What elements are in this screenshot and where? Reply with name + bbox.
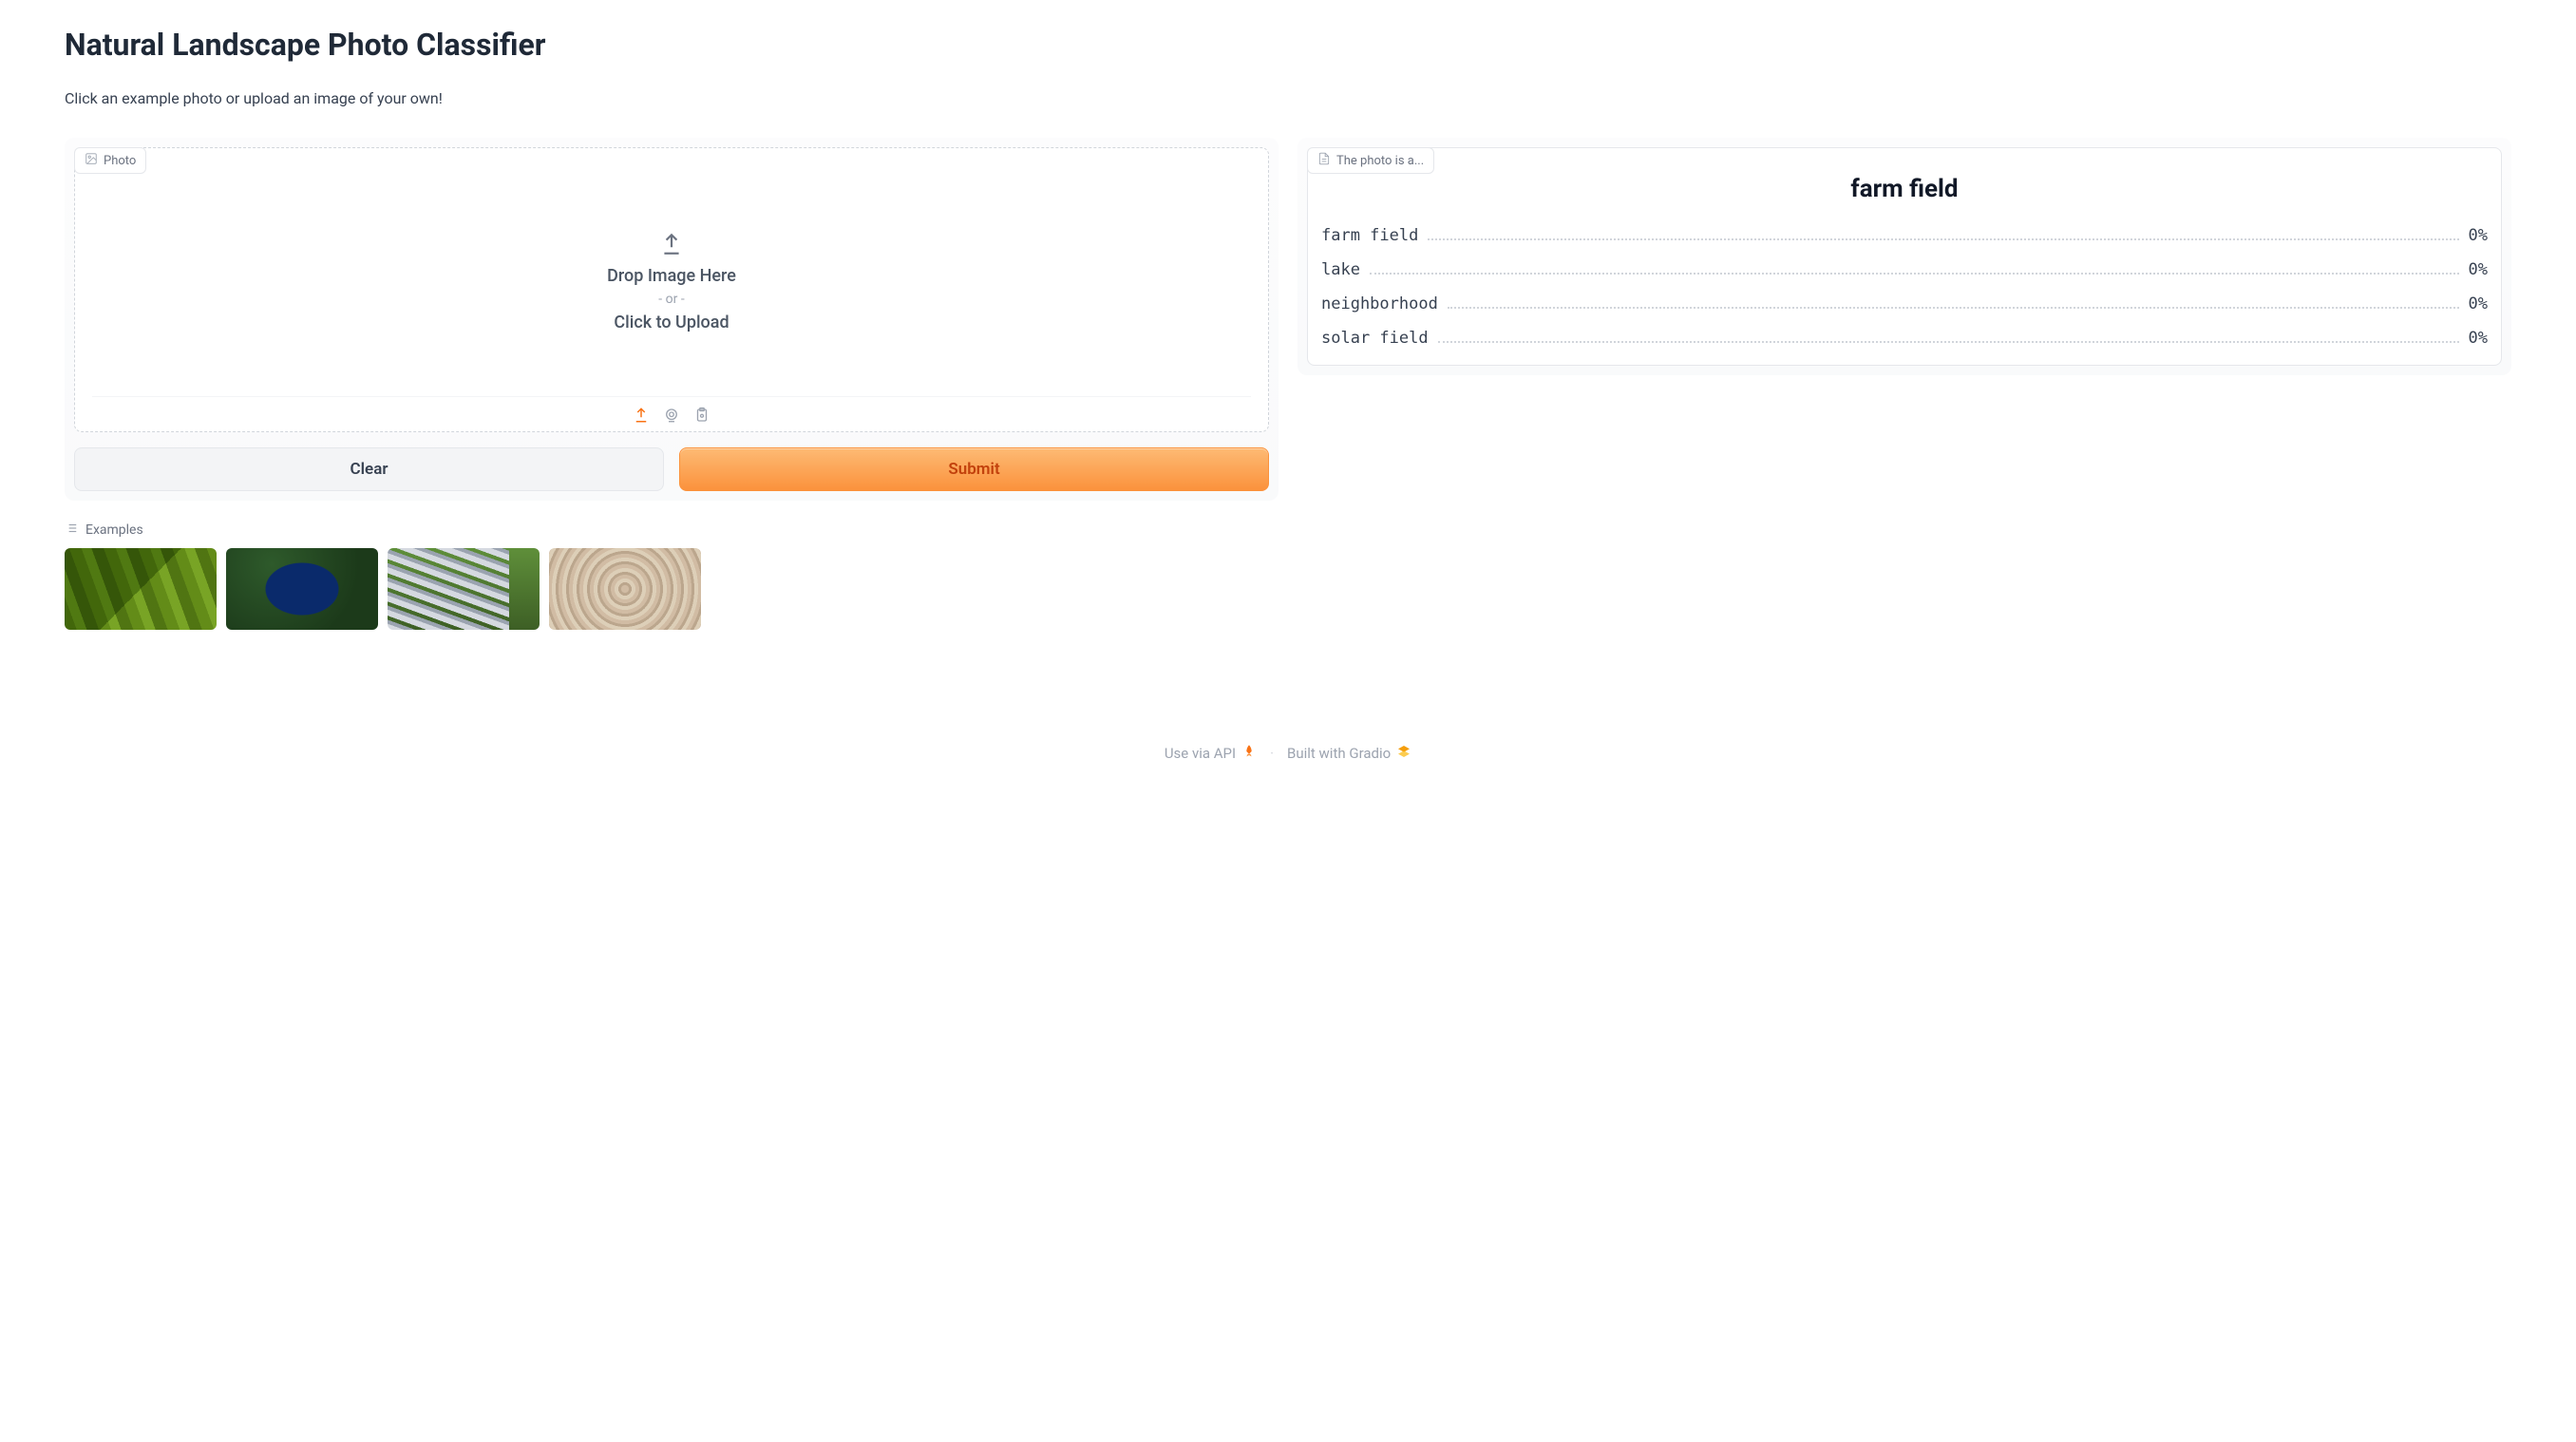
footer: Use via API · Built with Gradio: [65, 744, 2511, 763]
built-with-gradio-text: Built with Gradio: [1287, 745, 1391, 762]
result-dots: [1370, 273, 2459, 275]
examples-label: Examples: [85, 522, 143, 538]
classification-top-label: farm field: [1321, 175, 2488, 203]
example-thumb-solar-field[interactable]: [388, 548, 540, 630]
result-row: solar field 0%: [1321, 329, 2488, 348]
document-icon: [1317, 152, 1331, 169]
use-via-api-link[interactable]: Use via API: [1165, 744, 1257, 763]
image-icon: [85, 152, 98, 169]
example-thumb-lake[interactable]: [226, 548, 378, 630]
result-pct: 0%: [2469, 226, 2488, 245]
result-name: lake: [1321, 260, 1360, 279]
drop-or: - or -: [658, 292, 684, 307]
page-subtitle: Click an example photo or upload an imag…: [65, 89, 2511, 107]
result-name: farm field: [1321, 226, 1418, 245]
use-via-api-text: Use via API: [1165, 745, 1236, 762]
rocket-icon: [1241, 744, 1257, 763]
image-drop-zone[interactable]: Photo Drop Image Here - or - Click to Up…: [74, 147, 1269, 432]
upload-icon: [659, 232, 684, 260]
examples-block: Examples: [65, 522, 1279, 630]
result-pct: 0%: [2469, 294, 2488, 313]
example-thumb-neighborhood[interactable]: [549, 548, 701, 630]
footer-separator: ·: [1270, 745, 1274, 762]
example-thumb-farm-field[interactable]: [65, 548, 217, 630]
output-panel: The photo is a... farm field farm field …: [1307, 147, 2502, 366]
output-panel-label-text: The photo is a...: [1336, 154, 1424, 168]
result-row: lake 0%: [1321, 260, 2488, 279]
drop-sub: Click to Upload: [614, 313, 729, 332]
result-dots: [1448, 307, 2459, 309]
result-dots: [1438, 341, 2459, 343]
upload-tool-icon[interactable]: [633, 407, 650, 424]
result-name: solar field: [1321, 329, 1429, 348]
result-row: farm field 0%: [1321, 226, 2488, 245]
image-tools: [92, 396, 1251, 431]
list-icon: [65, 522, 78, 539]
page-title: Natural Landscape Photo Classifier: [65, 27, 2511, 63]
drop-center: Drop Image Here - or - Click to Upload: [75, 148, 1268, 396]
result-name: neighborhood: [1321, 294, 1438, 313]
submit-button[interactable]: Submit: [679, 447, 1269, 491]
built-with-gradio-link[interactable]: Built with Gradio: [1287, 744, 1411, 763]
result-pct: 0%: [2469, 260, 2488, 279]
result-pct: 0%: [2469, 329, 2488, 348]
clear-button[interactable]: Clear: [74, 447, 664, 491]
result-dots: [1428, 238, 2458, 240]
input-panel-wrapper: Photo Drop Image Here - or - Click to Up…: [65, 138, 1279, 501]
input-panel-label: Photo: [74, 147, 146, 174]
result-row: neighborhood 0%: [1321, 294, 2488, 313]
examples-header: Examples: [65, 522, 1279, 539]
drop-title: Drop Image Here: [607, 266, 736, 286]
input-panel-label-text: Photo: [104, 154, 136, 168]
gradio-icon: [1396, 744, 1411, 763]
output-panel-wrapper: The photo is a... farm field farm field …: [1297, 138, 2511, 375]
output-panel-label: The photo is a...: [1307, 147, 1434, 174]
webcam-tool-icon[interactable]: [663, 407, 680, 424]
clipboard-tool-icon[interactable]: [693, 407, 710, 424]
results-list: farm field 0% lake 0% neighborhood 0%: [1321, 226, 2488, 348]
